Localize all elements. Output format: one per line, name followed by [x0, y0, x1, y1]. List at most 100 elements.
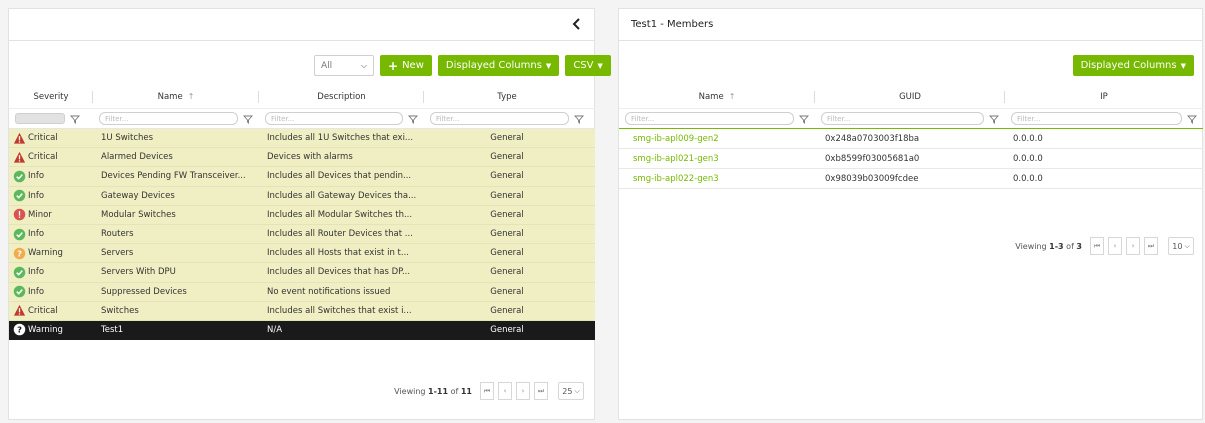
member-guid-cell: 0xb8599f03005681a0 — [825, 153, 920, 164]
table-row[interactable]: Critical Switches Includes all Switches th… — [9, 301, 595, 321]
filter-icon[interactable] — [70, 114, 80, 124]
members-guid-filter-input[interactable]: Filter... — [821, 112, 984, 125]
filter-icon[interactable] — [1187, 114, 1197, 124]
prev-page-icon: ‹ — [503, 387, 507, 395]
description-filter: Filter... — [259, 109, 424, 129]
csv-button-label: CSV — [573, 60, 594, 71]
critical-triangle-icon — [13, 132, 26, 144]
plus-icon: + — [388, 58, 399, 73]
name-cell: Servers — [101, 248, 134, 259]
filter-icon[interactable] — [408, 114, 418, 124]
table-row[interactable]: Minor Modular Switches Includes all Modula… — [9, 205, 595, 225]
member-name-link[interactable]: smg-ib-apl021-gen3 — [619, 149, 815, 168]
severity-filter — [9, 109, 93, 129]
severity-filter-select[interactable] — [15, 113, 65, 124]
critical-triangle-icon — [13, 305, 26, 316]
filter-icon[interactable] — [799, 114, 809, 124]
name-cell: Test1 — [101, 324, 124, 335]
member-name-link[interactable]: smg-ib-apl022-gen3 — [619, 169, 815, 188]
critical-triangle-icon — [13, 151, 26, 163]
page-size-value: 25 — [562, 386, 573, 396]
type-cell: General — [490, 305, 524, 316]
table-row[interactable]: Info Devices Pending FW Transceiver... Inc… — [9, 167, 595, 187]
table-row[interactable]: Info Gateway Devices Includes all Gateway … — [9, 186, 595, 206]
description-cell: No event notifications issued — [267, 286, 391, 297]
new-group-button[interactable]: + New — [380, 55, 432, 76]
displayed-columns-button[interactable]: Displayed Columns ▼ — [437, 55, 560, 76]
warning-question-icon: ? — [13, 324, 26, 336]
member-guid-cell: 0x98039b03009fcdee — [825, 173, 919, 184]
type-cell: General — [490, 133, 524, 144]
column-header-description[interactable]: Description — [259, 85, 424, 109]
column-header-severity[interactable]: Severity — [9, 85, 93, 109]
last-page-button[interactable]: ⏭︎ — [534, 382, 548, 400]
table-row[interactable]: Critical 1U Switches Includes all 1U Switc… — [9, 129, 595, 149]
members-name-filter-input[interactable]: Filter... — [625, 112, 794, 125]
table-row[interactable]: smg-ib-apl021-gen3 0xb8599f03005681a0 0.0.… — [619, 149, 1203, 169]
members-pagination-summary: Viewing 1-3 of 3 — [1015, 242, 1082, 251]
collapse-panel-button[interactable] — [570, 16, 584, 32]
first-page-button[interactable]: ⏮︎ — [480, 382, 494, 400]
members-first-page-button[interactable]: ⏮︎ — [1090, 237, 1104, 255]
filter-icon[interactable] — [243, 114, 253, 124]
type-filter-input[interactable]: Filter... — [430, 112, 569, 125]
page-size-select[interactable]: 25 ⌵ — [558, 382, 584, 400]
severity-label: Critical — [28, 133, 58, 144]
table-row[interactable]: ? Warning Servers Includes all Hosts that e… — [9, 244, 595, 264]
members-next-page-button[interactable]: › — [1126, 237, 1140, 255]
table-row[interactable]: smg-ib-apl022-gen3 0x98039b03009fcdee 0.0.… — [619, 169, 1203, 189]
description-filter-input[interactable]: Filter... — [265, 112, 403, 125]
chevron-left-icon — [572, 18, 580, 30]
name-filter-input[interactable]: Filter... — [99, 112, 238, 125]
type-cell: General — [490, 286, 524, 297]
table-row[interactable]: ? Warning Test1 N/A General — [9, 320, 595, 341]
members-column-header-ip[interactable]: IP — [1005, 85, 1203, 109]
svg-text:?: ? — [17, 325, 22, 335]
groups-pagination: Viewing 1-11 of 11 ⏮︎ ‹ › ⏭︎ 25 ⌵ — [394, 382, 584, 400]
members-last-page-button[interactable]: ⏭︎ — [1144, 237, 1158, 255]
filter-icon[interactable] — [989, 114, 999, 124]
table-row[interactable]: Info Routers Includes all Router Devices t… — [9, 224, 595, 245]
members-page-size-select[interactable]: 10 ⌵ — [1168, 237, 1194, 255]
members-table-body: smg-ib-apl009-gen2 0x248a0703003f18ba 0.0.… — [619, 129, 1203, 189]
prev-page-button[interactable]: ‹ — [498, 382, 512, 400]
csv-button[interactable]: CSV ▼ — [565, 55, 611, 76]
members-column-header-guid[interactable]: GUID — [815, 85, 1005, 109]
filter-icon[interactable] — [574, 114, 584, 124]
member-name-link[interactable]: smg-ib-apl009-gen2 — [619, 129, 815, 148]
chevron-down-icon: ⌵ — [574, 386, 580, 395]
members-column-header-name[interactable]: Name ↑ — [619, 85, 815, 109]
column-header-description-label: Description — [317, 91, 366, 102]
table-row[interactable]: Info Suppressed Devices No event notificat… — [9, 282, 595, 302]
groups-toolbar: All ⌵ + New Displayed Columns ▼ CSV ▼ — [314, 55, 611, 76]
groups-table: Severity Name ↑ Description Type Filter.… — [9, 85, 595, 341]
severity-cell: Info — [9, 187, 93, 205]
members-name-filter: Filter... — [619, 109, 815, 129]
table-row[interactable]: smg-ib-apl009-gen2 0x248a0703003f18ba 0.0.… — [619, 129, 1203, 149]
name-cell: Devices Pending FW Transceiver... — [101, 171, 246, 182]
type-cell: General — [490, 190, 524, 201]
members-filter-row: Filter... Filter... Filter... — [619, 109, 1203, 129]
severity-label: Info — [28, 229, 45, 240]
severity-cell: Minor — [9, 206, 93, 224]
members-ip-filter-input[interactable]: Filter... — [1011, 112, 1182, 125]
members-prev-page-button[interactable]: ‹ — [1108, 237, 1122, 255]
severity-cell: ? Warning — [9, 321, 93, 339]
table-row[interactable]: Info Servers With DPU Includes all Devices… — [9, 263, 595, 283]
column-header-type[interactable]: Type — [424, 85, 590, 109]
description-cell: Includes all Modular Switches th... — [267, 209, 413, 220]
description-cell: Includes all Devices that has DP... — [267, 267, 411, 278]
column-header-name[interactable]: Name ↑ — [93, 85, 259, 109]
next-page-button[interactable]: › — [516, 382, 530, 400]
members-displayed-columns-button[interactable]: Displayed Columns ▼ — [1072, 55, 1194, 76]
description-cell: Includes all Router Devices that ... — [267, 229, 413, 240]
members-ip-filter: Filter... — [1005, 109, 1203, 129]
members-panel-title: Test1 - Members — [631, 19, 714, 30]
group-filter-select[interactable]: All ⌵ — [314, 55, 374, 76]
table-row[interactable]: Critical Alarmed Devices Devices with alar… — [9, 148, 595, 168]
type-cell: General — [490, 248, 524, 259]
first-page-icon: ⏮︎ — [1093, 241, 1101, 250]
description-cell: N/A — [267, 324, 283, 335]
name-filter: Filter... — [93, 109, 259, 129]
members-pagination-total: 3 — [1076, 241, 1082, 251]
